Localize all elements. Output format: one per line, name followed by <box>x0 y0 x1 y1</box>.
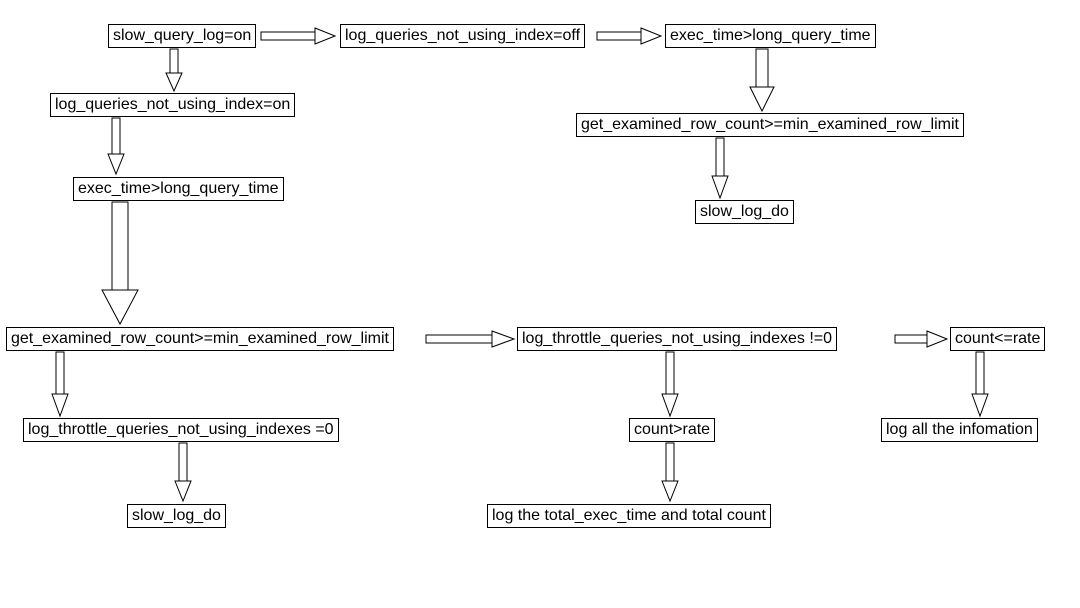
flowchart-arrows <box>0 0 1080 608</box>
